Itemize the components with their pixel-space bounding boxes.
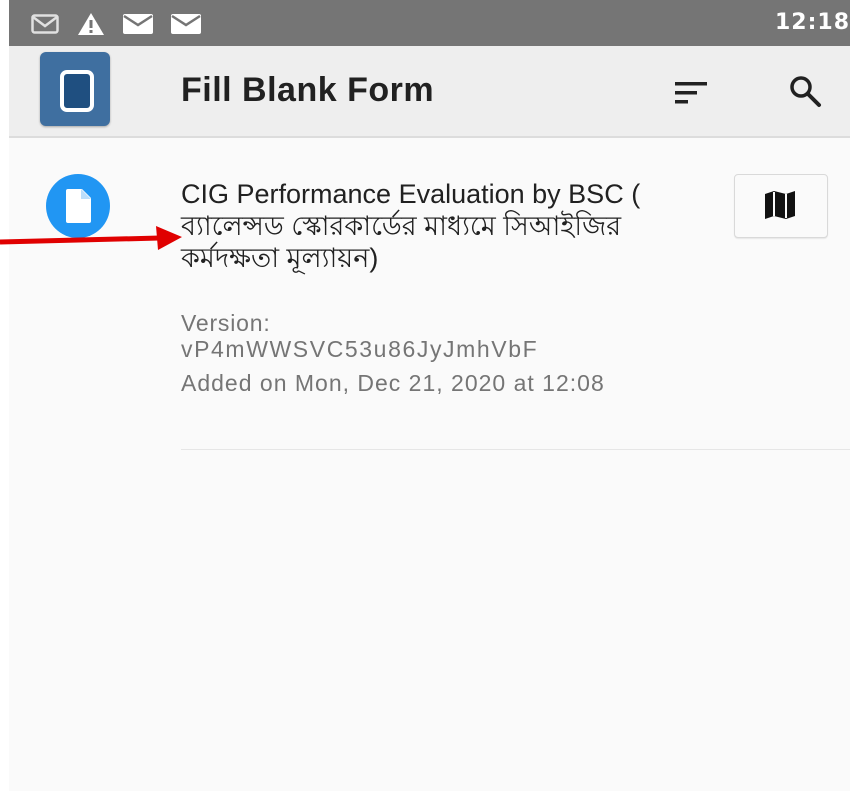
form-list-item[interactable]: CIG Performance Evaluation by BSC ( ব্যা… bbox=[9, 160, 850, 450]
status-bar: 12:18 bbox=[9, 0, 850, 46]
annotation-arrow-icon bbox=[0, 226, 182, 250]
map-icon bbox=[765, 191, 795, 219]
form-version-label: Version: bbox=[181, 310, 271, 336]
map-button[interactable] bbox=[734, 174, 828, 238]
toolbar: Fill Blank Form bbox=[9, 46, 850, 138]
form-title: CIG Performance Evaluation by BSC ( ব্যা… bbox=[181, 179, 641, 273]
mail-icon bbox=[171, 14, 201, 34]
app-screen: 12:18 Fill Blank Form CIG Performance Ev… bbox=[9, 0, 850, 791]
list-divider bbox=[181, 449, 850, 450]
search-icon bbox=[790, 76, 821, 107]
gmail-icon bbox=[31, 14, 59, 34]
status-time: 12:18 bbox=[774, 10, 850, 35]
form-added-date: Added on Mon, Dec 21, 2020 at 12:08 bbox=[181, 370, 605, 396]
form-version-value: vP4mWWSVC53u86JyJmhVbF bbox=[181, 336, 539, 362]
sort-button[interactable] bbox=[669, 74, 713, 110]
mail-icon bbox=[123, 14, 153, 34]
search-button[interactable] bbox=[785, 72, 829, 112]
page-title: Fill Blank Form bbox=[181, 71, 435, 109]
status-icons bbox=[31, 12, 201, 36]
warning-icon bbox=[77, 12, 105, 36]
odk-collect-logo bbox=[40, 52, 110, 126]
sort-icon bbox=[675, 82, 707, 104]
